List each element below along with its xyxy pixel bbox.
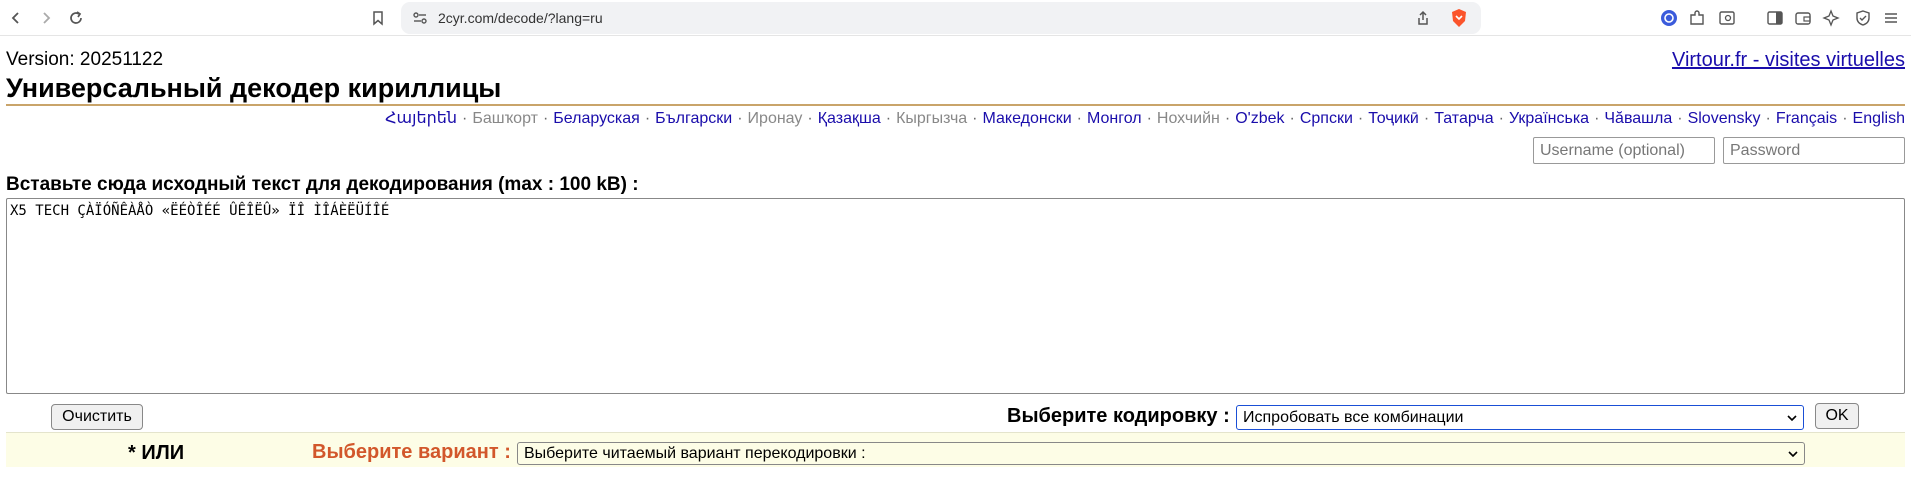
source-text-area[interactable] [6, 198, 1905, 394]
language-separator: · [542, 110, 549, 127]
language-separator: · [807, 110, 813, 127]
language-link[interactable]: Чӑвашла [1604, 110, 1672, 127]
language-link: Иронау [747, 110, 803, 127]
menu-icon[interactable] [1881, 8, 1901, 28]
extensions-icon[interactable] [1687, 8, 1707, 28]
profile-icon[interactable] [1659, 8, 1679, 28]
language-separator: · [1146, 110, 1152, 127]
language-link[interactable]: Српски [1300, 110, 1353, 127]
language-link[interactable]: Македонски [983, 110, 1072, 127]
browser-toolbar: 2cyr.com/decode/?lang=ru [0, 0, 1911, 36]
back-icon[interactable] [4, 6, 28, 30]
language-link: Нохчийн [1156, 110, 1220, 127]
language-link[interactable]: Українська [1509, 110, 1589, 127]
language-link[interactable]: O'zbek [1235, 110, 1284, 127]
language-link[interactable]: Татарча [1434, 110, 1493, 127]
forward-icon[interactable] [34, 6, 58, 30]
decode-prompt: Вставьте сюда исходный текст для декодир… [6, 174, 639, 195]
site-settings-icon[interactable] [410, 8, 430, 28]
language-separator: · [885, 110, 892, 127]
language-separator: · [1594, 110, 1600, 127]
language-separator: · [644, 110, 651, 127]
language-separator: · [1677, 110, 1683, 127]
language-link[interactable]: Հայերեն [385, 110, 457, 127]
variant-label: Выберите вариант : [312, 441, 511, 463]
variant-selected-value: Выберите читаемый вариант перекодировки … [524, 444, 866, 462]
password-input[interactable] [1723, 137, 1905, 164]
language-link[interactable]: Монгол [1087, 110, 1142, 127]
language-bar: Հայերեն · Башҡорт · Беларуская · Български · Иро… [385, 108, 1905, 128]
variant-select[interactable]: Выберите читаемый вариант перекодировки … [517, 442, 1805, 465]
language-link: Башҡорт [472, 110, 538, 127]
chevron-down-icon [1788, 450, 1798, 457]
language-link[interactable]: Български [655, 110, 732, 127]
language-link[interactable]: Беларуская [553, 110, 640, 127]
share-icon[interactable] [1413, 8, 1433, 28]
language-separator: · [1498, 110, 1504, 127]
language-link[interactable]: Français [1776, 110, 1837, 127]
brave-shield-icon[interactable] [1449, 8, 1469, 28]
language-link[interactable]: Slovensky [1688, 110, 1761, 127]
version-label: Version: 20251122 [6, 49, 164, 70]
clear-button[interactable]: Очистить [51, 404, 143, 430]
language-separator: · [462, 110, 468, 127]
vpn-shield-icon[interactable] [1853, 8, 1873, 28]
sidebar-icon[interactable] [1765, 8, 1785, 28]
language-link[interactable]: Қазақша [818, 110, 881, 127]
encoding-select[interactable]: Испробовать все комбинации [1236, 405, 1804, 430]
language-link: Кыргызча [896, 110, 968, 127]
ok-button[interactable]: OK [1815, 403, 1859, 429]
language-link[interactable]: Тоҷикӣ [1368, 110, 1419, 127]
url-text: 2cyr.com/decode/?lang=ru [438, 10, 603, 26]
language-separator: · [972, 110, 978, 127]
or-label: * ИЛИ [128, 442, 185, 464]
language-separator: · [1423, 110, 1430, 127]
encoding-selected-value: Испробовать все комбинации [1243, 408, 1464, 426]
language-separator: · [1289, 110, 1295, 127]
title-divider [6, 104, 1905, 106]
bookmark-icon[interactable] [366, 6, 390, 30]
language-separator: · [1842, 110, 1848, 127]
language-separator: · [1357, 110, 1364, 127]
language-separator: · [737, 110, 743, 127]
language-separator: · [1076, 110, 1082, 127]
encoding-label: Выберите кодировку : [1007, 405, 1230, 427]
leo-ai-icon[interactable] [1821, 8, 1841, 28]
virtour-link[interactable]: Virtour.fr - visites virtuelles [1672, 49, 1905, 72]
language-separator: · [1765, 110, 1771, 127]
username-input[interactable] [1533, 137, 1715, 164]
language-separator: · [1224, 110, 1231, 127]
reload-icon[interactable] [64, 6, 88, 30]
page-title: Универсальный декодер кириллицы [6, 73, 502, 103]
wallet-icon[interactable] [1793, 8, 1813, 28]
reader-icon[interactable] [1717, 8, 1737, 28]
language-link[interactable]: English [1853, 110, 1905, 127]
chevron-down-icon [1787, 414, 1797, 421]
